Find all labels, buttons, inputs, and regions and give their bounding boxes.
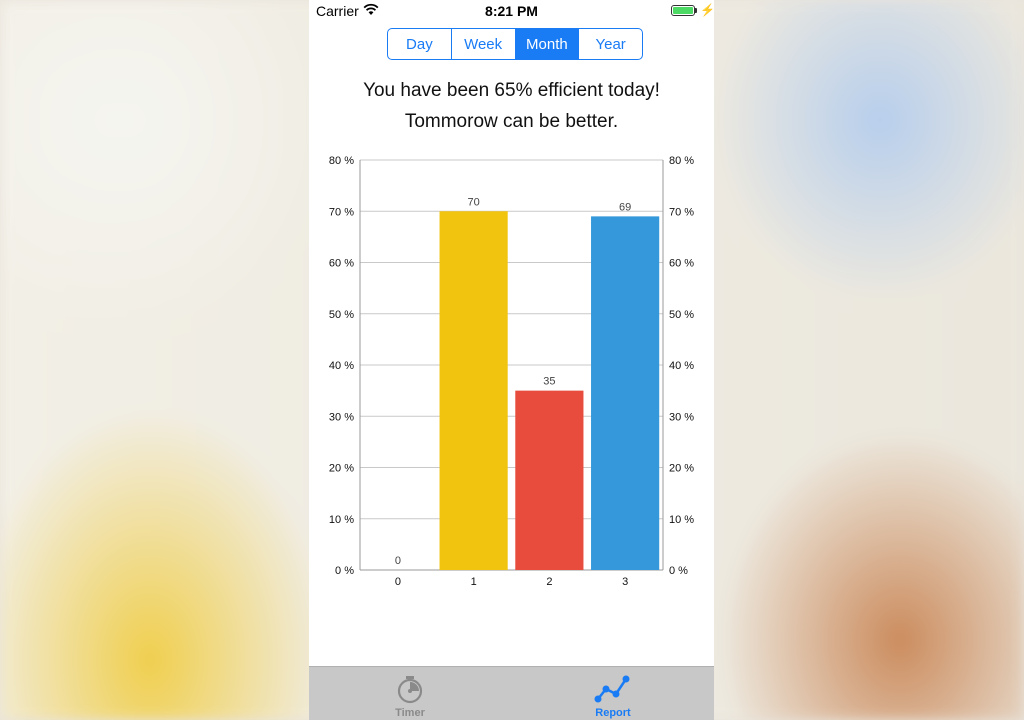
- battery-cap: [695, 8, 697, 13]
- bar-data-label: 35: [543, 376, 555, 388]
- y-tick-label-right: 0 %: [669, 565, 688, 577]
- y-tick-label-right: 50 %: [669, 309, 694, 321]
- tab-report-label: Report: [595, 707, 631, 719]
- encouragement-message: Tommorow can be better.: [404, 111, 619, 132]
- charging-bolt-icon: ⚡: [700, 3, 714, 17]
- x-tick-label: 3: [622, 576, 628, 588]
- bar: [515, 390, 584, 570]
- tab-timer[interactable]: Timer: [309, 667, 511, 720]
- app-screen: Carrier 8:21 PM ⚡ Day Week Month Year Yo…: [309, 0, 714, 720]
- y-tick-label-right: 30 %: [669, 411, 694, 423]
- tab-timer-label: Timer: [395, 707, 425, 719]
- battery-icon: [671, 5, 695, 16]
- y-tick-label-left: 60 %: [329, 258, 354, 270]
- y-tick-label-right: 80 %: [669, 155, 694, 167]
- y-tick-label-right: 20 %: [669, 463, 694, 475]
- y-tick-label-right: 60 %: [669, 258, 694, 270]
- y-tick-label-left: 70 %: [329, 206, 354, 218]
- segment-month[interactable]: Month: [515, 29, 580, 59]
- status-time: 8:21 PM: [485, 3, 538, 19]
- x-tick-label: 1: [471, 576, 477, 588]
- efficiency-bar-chart: 0 % 0 % 10 % 10 % 20 % 20 % 30 % 30 % 40 % 40 % 50…: [309, 140, 714, 600]
- segment-week[interactable]: Week: [452, 29, 516, 59]
- stopwatch-icon: [309, 673, 511, 705]
- bar: [591, 216, 660, 570]
- tab-report[interactable]: Report: [512, 667, 714, 720]
- x-tick-label: 0: [395, 576, 401, 588]
- y-tick-label-left: 50 %: [329, 309, 354, 321]
- tab-bar: Timer Report: [309, 666, 714, 720]
- status-bar: Carrier 8:21 PM ⚡: [309, 0, 714, 22]
- bar-data-label: 0: [395, 555, 401, 567]
- y-tick-label-left: 0 %: [335, 565, 354, 577]
- y-tick-label-left: 80 %: [329, 155, 354, 167]
- y-tick-label-left: 20 %: [329, 463, 354, 475]
- y-tick-label-right: 40 %: [669, 360, 694, 372]
- segment-day[interactable]: Day: [388, 29, 452, 59]
- bar-data-label: 70: [468, 196, 480, 208]
- y-tick-label-left: 30 %: [329, 411, 354, 423]
- y-tick-label-right: 10 %: [669, 514, 694, 526]
- segment-year[interactable]: Year: [579, 29, 642, 59]
- chart-svg: 0 % 0 % 10 % 10 % 20 % 20 % 30 % 30 % 40 % 40 % 50…: [329, 155, 694, 588]
- y-tick-label-left: 10 %: [329, 514, 354, 526]
- period-segmented-control: Day Week Month Year: [387, 28, 643, 60]
- x-tick-label: 2: [546, 576, 552, 588]
- line-chart-icon: [512, 673, 714, 705]
- y-tick-label-left: 40 %: [329, 360, 354, 372]
- bar: [439, 211, 508, 570]
- efficiency-message: You have been 65% efficient today!: [363, 80, 660, 101]
- y-tick-label-right: 70 %: [669, 206, 694, 218]
- bar-data-label: 69: [619, 201, 631, 213]
